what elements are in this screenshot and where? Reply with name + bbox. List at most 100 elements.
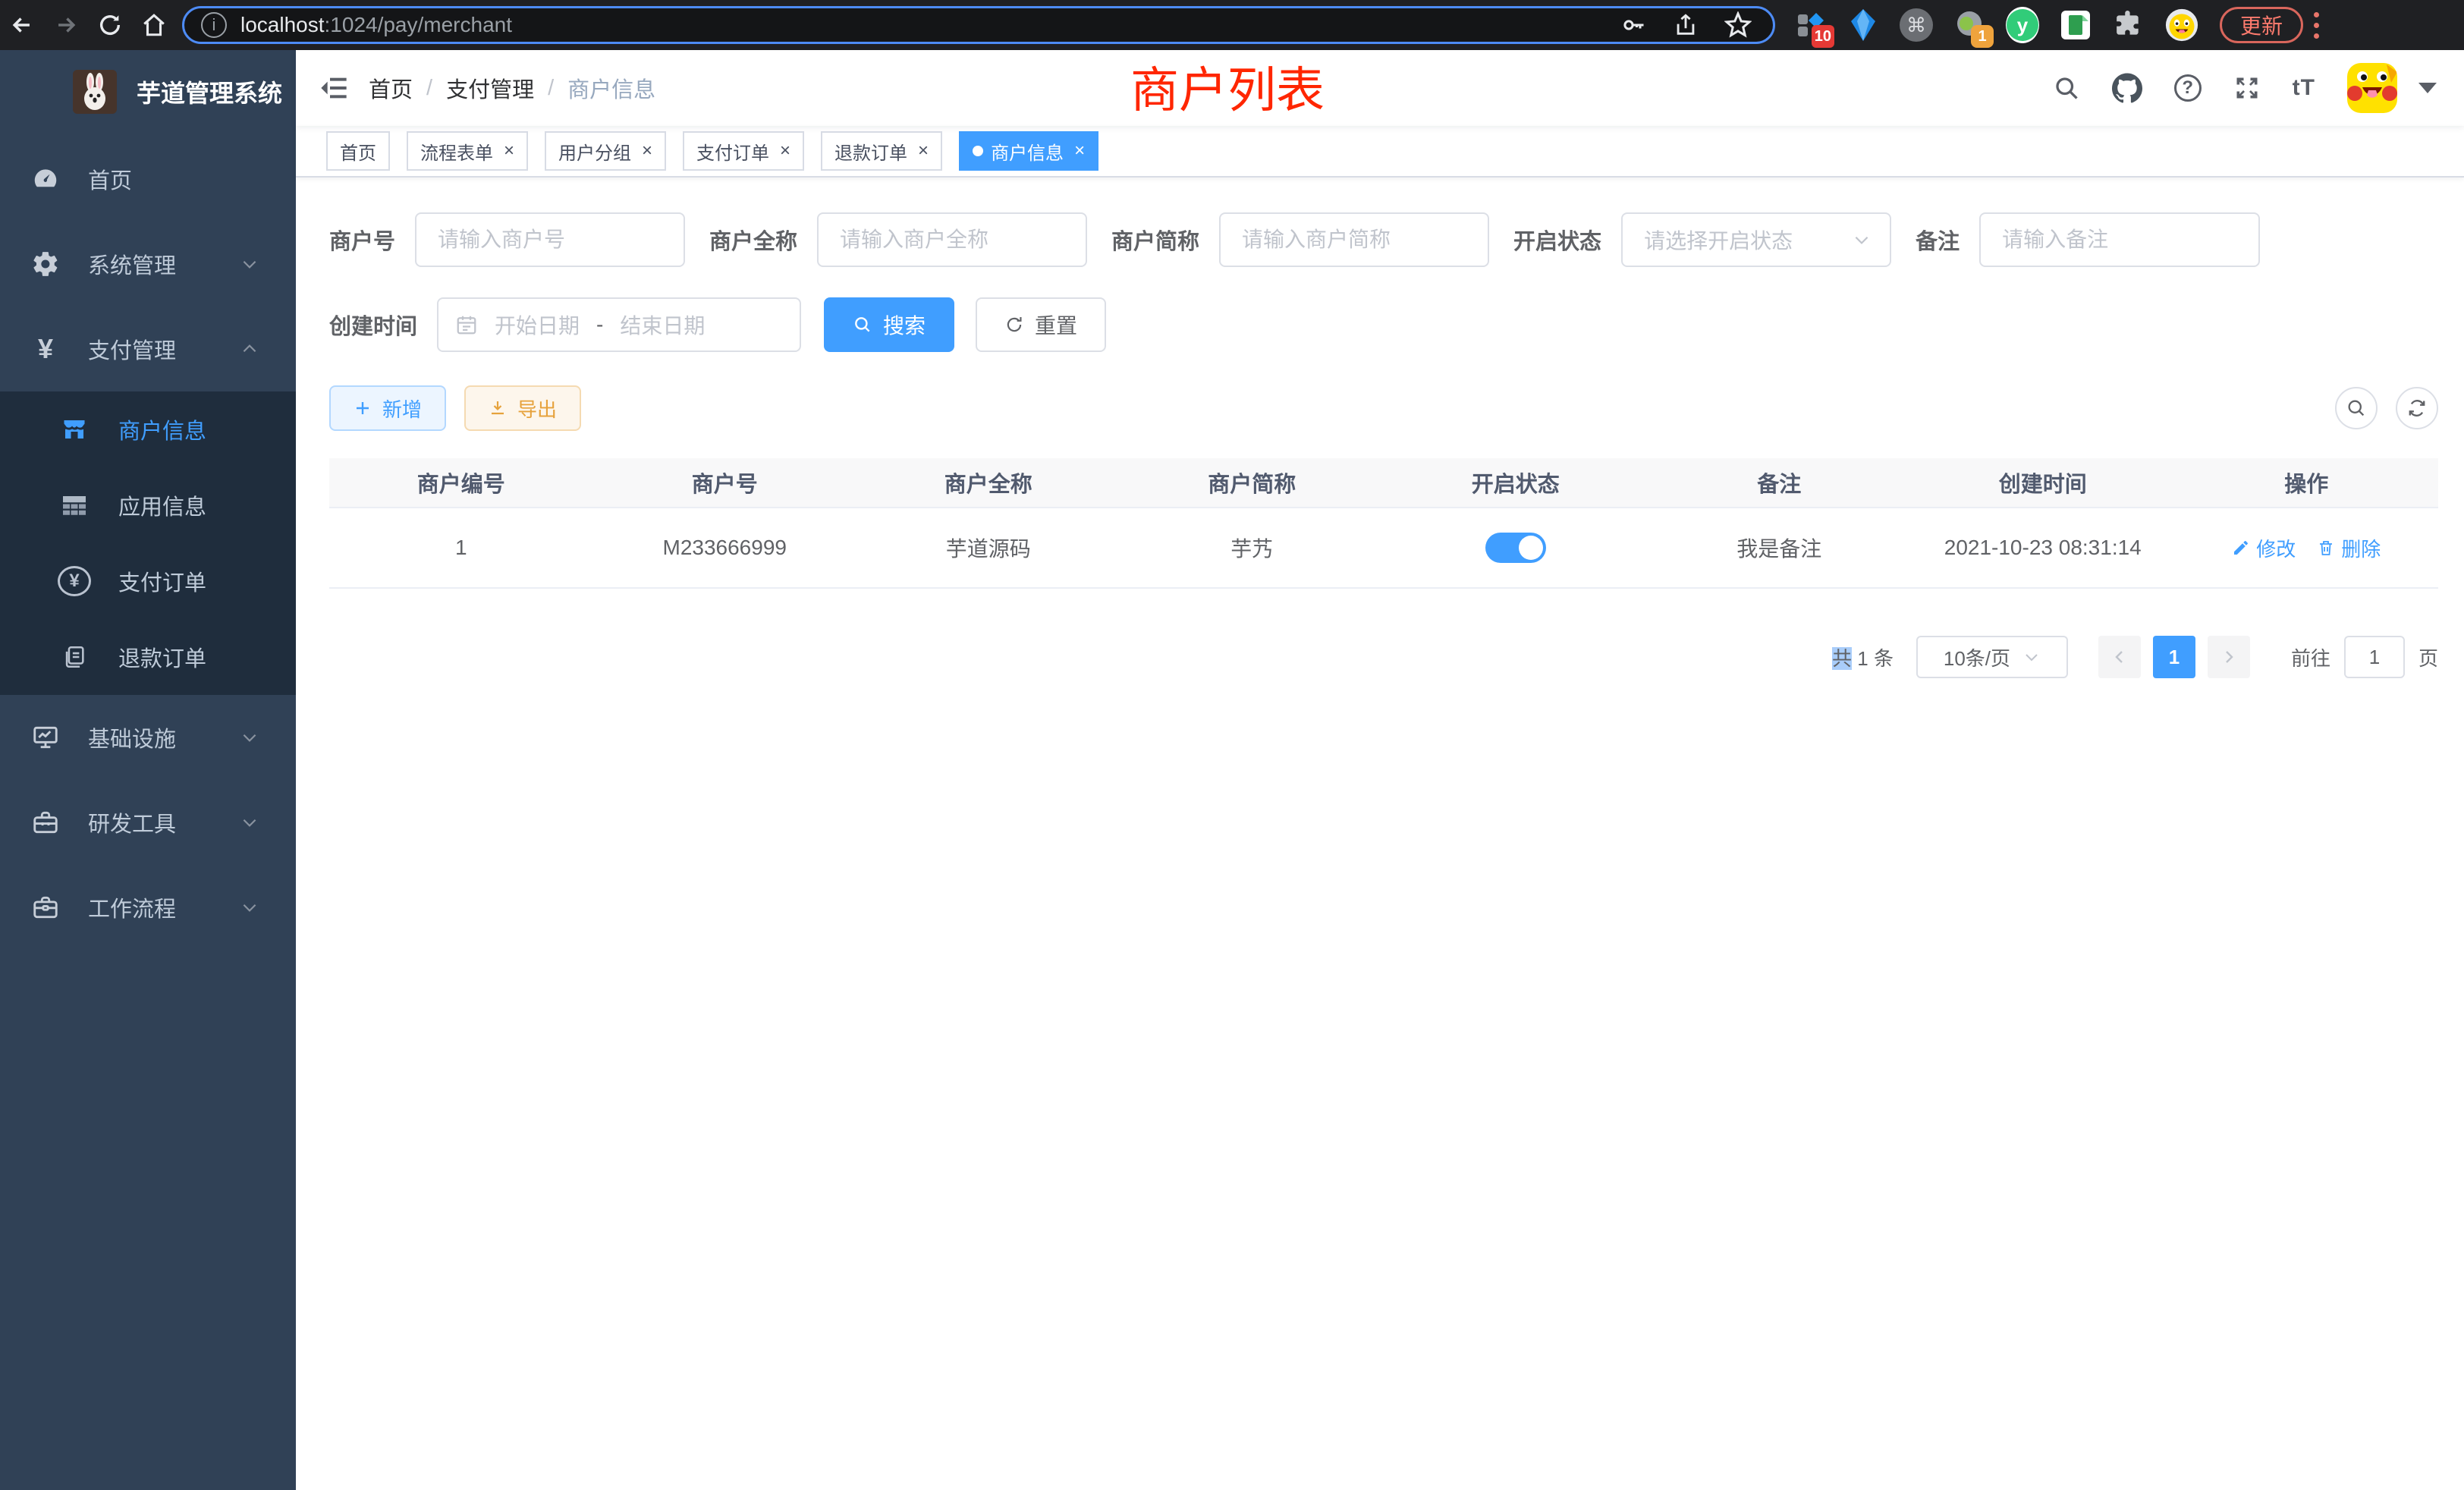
- tab-merchant-info[interactable]: 商户信息×: [959, 131, 1098, 171]
- export-button[interactable]: 导出: [464, 385, 581, 431]
- browser-update-button[interactable]: 更新: [2220, 7, 2303, 43]
- status-select[interactable]: 请选择开启状态: [1621, 212, 1891, 267]
- table-row: 1 M233666999 芋道源码 芋艿 我是备注 2021-10-23 08:…: [329, 508, 2438, 587]
- logo-image: [73, 70, 117, 114]
- sidebar-item-label: 工作流程: [88, 891, 176, 923]
- yuque-extension-icon[interactable]: y: [2006, 8, 2039, 42]
- app-logo[interactable]: 芋道管理系统: [0, 50, 296, 134]
- bookmark-star-icon[interactable]: [1724, 11, 1752, 39]
- url-bar[interactable]: i localhost:1024/pay/merchant: [182, 6, 1775, 44]
- sidebar-item-app-info[interactable]: 应用信息: [0, 467, 296, 543]
- delete-link[interactable]: 删除: [2317, 534, 2381, 562]
- chevron-right-icon: [2220, 648, 2238, 666]
- extension-icon[interactable]: 10: [1793, 8, 1827, 42]
- sidebar-item-pay-order[interactable]: ¥ 支付订单: [0, 543, 296, 619]
- close-icon[interactable]: ×: [1074, 142, 1085, 160]
- sidebar-item-label: 退款订单: [118, 641, 206, 673]
- chevron-down-icon: [240, 254, 259, 274]
- remark-input[interactable]: [1979, 212, 2260, 267]
- cell-short-name: 芋艿: [1120, 533, 1384, 563]
- create-time-range-picker[interactable]: 开始日期 - 结束日期: [437, 297, 801, 352]
- merchant-table: 商户编号 商户号 商户全称 商户简称 开启状态 备注 创建时间 操作 1 M23…: [329, 458, 2438, 589]
- tab-refund-order[interactable]: 退款订单×: [821, 131, 942, 171]
- short-name-input[interactable]: [1219, 212, 1489, 267]
- hamburger-icon[interactable]: [296, 50, 369, 126]
- header-search-icon[interactable]: [2053, 74, 2080, 102]
- command-extension-icon[interactable]: ⌘: [1900, 8, 1933, 42]
- toolbox-icon: [29, 808, 62, 837]
- sidebar: 芋道管理系统 首页 系统管理 ¥ 支付管理: [0, 50, 296, 1490]
- tab-home[interactable]: 首页: [326, 131, 390, 171]
- table-toolbar: 新增 导出: [329, 385, 2438, 431]
- blocker-extension-icon[interactable]: 1: [1953, 8, 1986, 42]
- user-avatar[interactable]: [2347, 63, 2397, 113]
- breadcrumb-home[interactable]: 首页: [369, 72, 413, 104]
- tab-user-group[interactable]: 用户分组×: [545, 131, 666, 171]
- sidebar-item-infra[interactable]: 基础设施: [0, 695, 296, 780]
- sidebar-item-label: 支付管理: [88, 333, 176, 365]
- browser-back-icon[interactable]: [0, 6, 44, 44]
- site-info-icon[interactable]: i: [201, 12, 227, 38]
- sidebar-item-payment[interactable]: ¥ 支付管理: [0, 306, 296, 391]
- chevron-down-icon: [240, 728, 259, 747]
- help-icon[interactable]: ?: [2174, 74, 2202, 102]
- sidebar-item-workflow[interactable]: 工作流程: [0, 865, 296, 950]
- share-icon[interactable]: [1673, 12, 1699, 38]
- edit-link[interactable]: 修改: [2232, 534, 2296, 562]
- page-size-select[interactable]: 10条/页: [1916, 636, 2068, 678]
- caret-down-icon[interactable]: [2418, 83, 2437, 93]
- close-icon[interactable]: ×: [504, 142, 514, 160]
- goto-page-input[interactable]: [2344, 636, 2405, 678]
- cell-full-name: 芋道源码: [856, 533, 1120, 563]
- sidebar-item-dev-tools[interactable]: 研发工具: [0, 780, 296, 865]
- filter-row-2: 创建时间 开始日期 - 结束日期 搜索 重置: [329, 297, 2438, 352]
- chevron-down-icon: [1852, 230, 1872, 250]
- search-button[interactable]: 搜索: [824, 297, 954, 352]
- chevron-down-icon: [2022, 648, 2041, 666]
- status-toggle[interactable]: [1485, 533, 1546, 563]
- breadcrumb-payment[interactable]: 支付管理: [446, 72, 534, 104]
- search-icon: [853, 315, 872, 335]
- sidebar-item-home[interactable]: 首页: [0, 137, 296, 222]
- gem-extension-icon[interactable]: [1846, 8, 1880, 42]
- cell-remark: 我是备注: [1648, 533, 1912, 563]
- chevron-down-icon: [240, 813, 259, 832]
- app-title: 芋道管理系统: [137, 74, 282, 109]
- page-number-1[interactable]: 1: [2153, 636, 2195, 678]
- browser-reload-icon[interactable]: [88, 6, 132, 44]
- fullscreen-icon[interactable]: [2233, 74, 2261, 102]
- close-icon[interactable]: ×: [780, 142, 790, 160]
- tab-pay-order[interactable]: 支付订单×: [683, 131, 804, 171]
- close-icon[interactable]: ×: [918, 142, 929, 160]
- sidebar-item-label: 研发工具: [88, 806, 176, 838]
- sidebar-item-merchant-info[interactable]: 商户信息: [0, 391, 296, 467]
- yen-icon: ¥: [29, 333, 62, 365]
- reset-button[interactable]: 重置: [976, 297, 1106, 352]
- hide-search-button[interactable]: [2335, 387, 2378, 429]
- short-name-label: 商户简称: [1111, 224, 1219, 256]
- profile-avatar-icon[interactable]: [2165, 8, 2198, 42]
- browser-home-icon[interactable]: [132, 6, 176, 44]
- close-icon[interactable]: ×: [642, 142, 652, 160]
- full-name-input[interactable]: [817, 212, 1087, 267]
- password-key-icon[interactable]: [1620, 11, 1647, 39]
- browser-forward-icon[interactable]: [44, 6, 88, 44]
- sidebar-item-system[interactable]: 系统管理: [0, 222, 296, 306]
- pagination: 共 1 条 10条/页 1 前往 页: [329, 636, 2438, 678]
- next-page-button[interactable]: [2208, 636, 2250, 678]
- edit-icon: [2232, 539, 2250, 557]
- notes-extension-icon[interactable]: [2059, 8, 2092, 42]
- github-icon[interactable]: [2112, 73, 2142, 103]
- add-button[interactable]: 新增: [329, 385, 446, 431]
- sidebar-item-refund-order[interactable]: 退款订单: [0, 619, 296, 695]
- merchant-no-input[interactable]: [415, 212, 685, 267]
- tab-process-form[interactable]: 流程表单×: [407, 131, 528, 171]
- yen-circle-icon: ¥: [58, 566, 91, 596]
- browser-menu-icon[interactable]: [2314, 12, 2319, 39]
- prev-page-button[interactable]: [2098, 636, 2141, 678]
- font-size-icon[interactable]: tT: [2293, 75, 2315, 101]
- sidebar-item-label: 商户信息: [118, 413, 206, 445]
- puzzle-extensions-icon[interactable]: [2112, 8, 2145, 42]
- breadcrumb: 首页 / 支付管理 / 商户信息: [369, 72, 655, 104]
- refresh-table-button[interactable]: [2396, 387, 2438, 429]
